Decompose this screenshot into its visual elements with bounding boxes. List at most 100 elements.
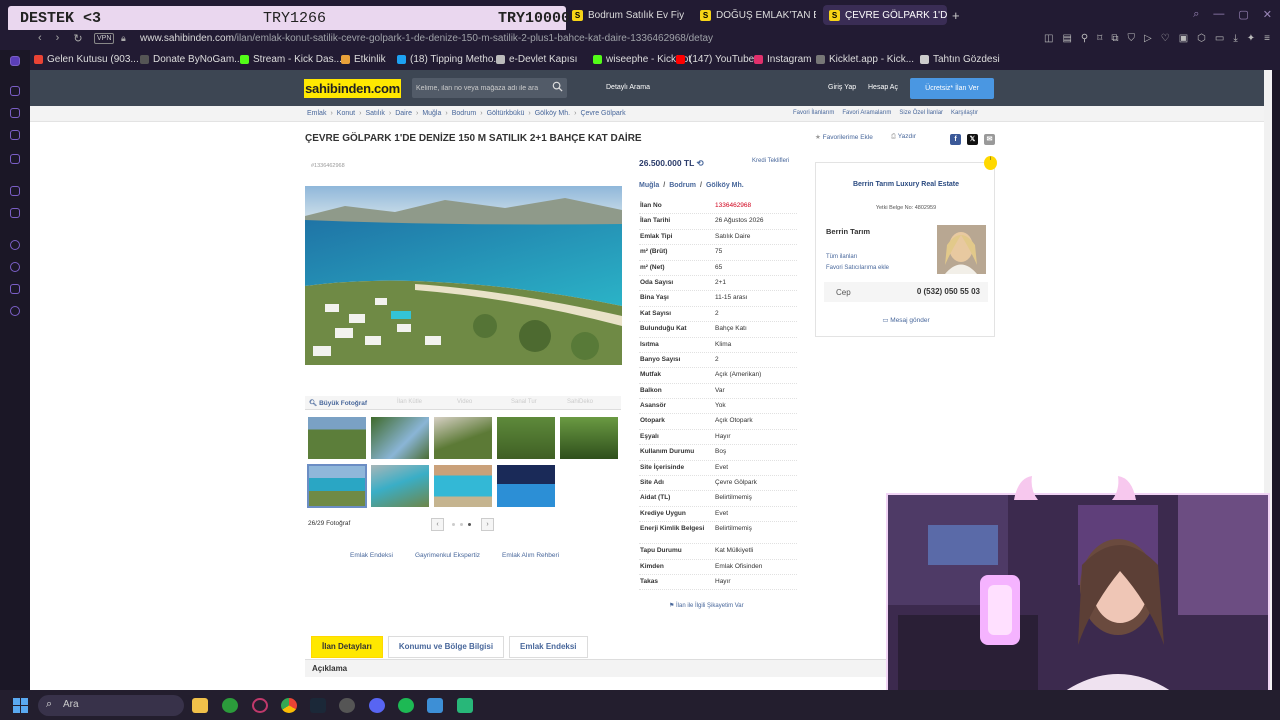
site-logo[interactable]: sahibinden.com bbox=[304, 79, 401, 98]
breadcrumb-item[interactable]: Satılık bbox=[365, 110, 384, 117]
favorite-link[interactable]: Size Özel İlanlar bbox=[899, 110, 943, 116]
location-neighborhood[interactable]: Gölköy Mh. bbox=[706, 182, 744, 189]
discord-icon[interactable] bbox=[369, 698, 385, 713]
large-photo-button[interactable]: 🔍︎ Büyük Fotoğraf bbox=[309, 399, 367, 407]
favorite-link[interactable]: Favori Aramalarım bbox=[842, 110, 891, 116]
bookmark-item[interactable]: Donate ByNoGam... bbox=[140, 54, 242, 65]
sidebar-app-icon[interactable] bbox=[10, 208, 20, 218]
info-badge-icon[interactable]: i bbox=[984, 156, 997, 170]
clock-icon[interactable] bbox=[10, 262, 20, 272]
add-favorite-seller-link[interactable]: Favori Satıcılarıma ekle bbox=[826, 265, 889, 271]
post-listing-button[interactable]: Ücretsiz* İlan Ver bbox=[910, 78, 994, 99]
breadcrumb-item[interactable]: Konut bbox=[337, 110, 355, 117]
bookmark-item[interactable]: Etkinlik bbox=[341, 54, 386, 65]
thumbnail[interactable] bbox=[433, 416, 493, 460]
info-link[interactable]: Emlak Alım Rehberi bbox=[502, 552, 559, 559]
credit-offers-link[interactable]: Kredi Teklifleri bbox=[752, 158, 789, 164]
info-link[interactable]: Gayrimenkul Ekspertiz bbox=[415, 552, 480, 559]
bookmark-item[interactable]: e-Devlet Kapısı bbox=[496, 54, 577, 65]
thumbnail[interactable] bbox=[496, 416, 556, 460]
tab-bodrum[interactable]: SBodrum Satılık Ev Fiyatları bbox=[572, 5, 684, 25]
register-link[interactable]: Hesap Aç bbox=[868, 84, 898, 91]
seller-store-name[interactable]: Berrin Tarım Luxury Real Estate bbox=[816, 181, 996, 188]
facebook-share-icon[interactable]: f bbox=[950, 134, 961, 145]
thumbnail[interactable] bbox=[433, 464, 493, 508]
thumbnail[interactable] bbox=[496, 464, 556, 508]
forward-icon[interactable]: › bbox=[56, 32, 60, 45]
maximize-icon[interactable]: ▢ bbox=[1238, 8, 1248, 21]
xbox-icon[interactable] bbox=[222, 698, 238, 713]
obs-icon[interactable] bbox=[339, 698, 355, 713]
location-city[interactable]: Muğla bbox=[639, 182, 659, 189]
detail-tab[interactable]: Emlak Endeksi bbox=[509, 636, 588, 658]
new-tab-icon[interactable]: + bbox=[952, 8, 960, 23]
email-share-icon[interactable]: ✉ bbox=[984, 134, 995, 145]
breadcrumb-item[interactable]: Gölköy Mh. bbox=[535, 110, 570, 117]
main-photo[interactable] bbox=[305, 186, 622, 365]
x-share-icon[interactable]: 𝕏 bbox=[967, 134, 978, 145]
settings-icon[interactable] bbox=[10, 306, 20, 316]
bookmark-item[interactable]: Gelen Kutusu (903... bbox=[34, 54, 139, 65]
minimize-icon[interactable]: — bbox=[1213, 8, 1224, 21]
bookmark-icon[interactable]: ⌑ bbox=[1097, 33, 1102, 44]
breadcrumb-item[interactable]: Muğla bbox=[422, 110, 441, 117]
thumbnail-selected[interactable] bbox=[307, 464, 367, 508]
app-icon[interactable] bbox=[427, 698, 443, 713]
phone-number[interactable]: 0 (532) 050 55 03 bbox=[917, 287, 980, 296]
pager-dot[interactable] bbox=[460, 523, 463, 526]
taskbar-search[interactable]: ⌕ Ara bbox=[38, 695, 184, 716]
breadcrumb-item[interactable]: Bodrum bbox=[452, 110, 477, 117]
favorite-link[interactable]: Karşılaştır bbox=[951, 110, 978, 116]
home-icon[interactable] bbox=[10, 56, 20, 66]
detail-tab[interactable]: İlan Detayları bbox=[311, 636, 383, 658]
send-message-link[interactable]: ▭ Mesaj gönder bbox=[816, 316, 996, 324]
wallet-icon[interactable]: ▭ bbox=[1215, 33, 1224, 44]
detail-tab[interactable]: Konumu ve Bölge Bilgisi bbox=[387, 636, 505, 658]
pin-icon[interactable]: ⚲ bbox=[1081, 33, 1088, 44]
shield-icon[interactable]: ⛉ bbox=[1128, 33, 1136, 44]
player-icon[interactable] bbox=[10, 240, 20, 250]
advanced-search-link[interactable]: Detaylı Arama bbox=[606, 84, 650, 91]
ai-icon[interactable]: ✦ bbox=[1247, 33, 1255, 44]
spotify-icon[interactable] bbox=[398, 698, 414, 713]
bookmark-item[interactable]: Stream - Kick Das... bbox=[240, 54, 342, 65]
windows-start-icon[interactable] bbox=[13, 698, 28, 713]
sidebar-app-icon[interactable] bbox=[10, 108, 20, 118]
vpn-badge[interactable]: VPN bbox=[94, 33, 115, 44]
location-district[interactable]: Bodrum bbox=[669, 182, 696, 189]
reader-icon[interactable]: ▤ bbox=[1062, 33, 1071, 44]
close-icon[interactable]: ✕ bbox=[1263, 8, 1272, 21]
back-icon[interactable]: ‹ bbox=[38, 32, 42, 45]
search-input[interactable] bbox=[416, 80, 544, 96]
breadcrumb-item[interactable]: Çevre Gölpark bbox=[580, 110, 625, 117]
steam-icon[interactable] bbox=[310, 698, 326, 713]
bookmark-item[interactable]: Tahtın Gözdesi bbox=[920, 54, 1000, 65]
breadcrumb-item[interactable]: Göltürkbükü bbox=[487, 110, 525, 117]
sidebar-app-icon[interactable] bbox=[10, 86, 20, 96]
screenshot-icon[interactable]: ⧉ bbox=[1111, 33, 1118, 44]
thumbnail[interactable] bbox=[307, 416, 367, 460]
report-listing-link[interactable]: ⚑ İlan ile İlgili Şikayetim Var bbox=[669, 602, 744, 609]
download-icon[interactable]: ⤓ bbox=[1233, 33, 1237, 44]
reload-icon[interactable]: ↻ bbox=[73, 32, 82, 45]
url-field[interactable]: www.sahibinden.com/ilan/emlak-konut-sati… bbox=[140, 33, 713, 44]
extensions-icon[interactable]: ⬡ bbox=[1197, 33, 1206, 44]
next-page-icon[interactable]: › bbox=[481, 518, 494, 531]
history-icon[interactable]: ⟲ bbox=[697, 158, 704, 168]
heart-icon[interactable]: ♡ bbox=[1161, 33, 1170, 44]
search-icon[interactable] bbox=[552, 81, 563, 92]
prev-page-icon[interactable]: ‹ bbox=[431, 518, 444, 531]
all-listings-link[interactable]: Tüm ilanları bbox=[826, 254, 857, 260]
app-icon[interactable] bbox=[252, 698, 268, 713]
login-link[interactable]: Giriş Yap bbox=[828, 84, 856, 91]
info-link[interactable]: Emlak Endeksi bbox=[350, 552, 393, 559]
menu-icon[interactable]: ≡ bbox=[1264, 33, 1270, 44]
tab-cevre-golpark[interactable]: SÇEVRE GÖLPARK 1'DE DEN bbox=[823, 5, 947, 25]
app-icon[interactable] bbox=[457, 698, 473, 713]
print-button[interactable]: ⎙ Yazdır bbox=[891, 133, 916, 141]
pager-dot-active[interactable] bbox=[468, 523, 471, 526]
box-icon[interactable]: ▣ bbox=[1179, 33, 1188, 44]
bookmark-item[interactable]: (18) Tipping Metho... bbox=[397, 54, 502, 65]
bookmark-item[interactable]: (147) YouTube bbox=[676, 54, 754, 65]
sidebar-app-icon[interactable] bbox=[10, 130, 20, 140]
